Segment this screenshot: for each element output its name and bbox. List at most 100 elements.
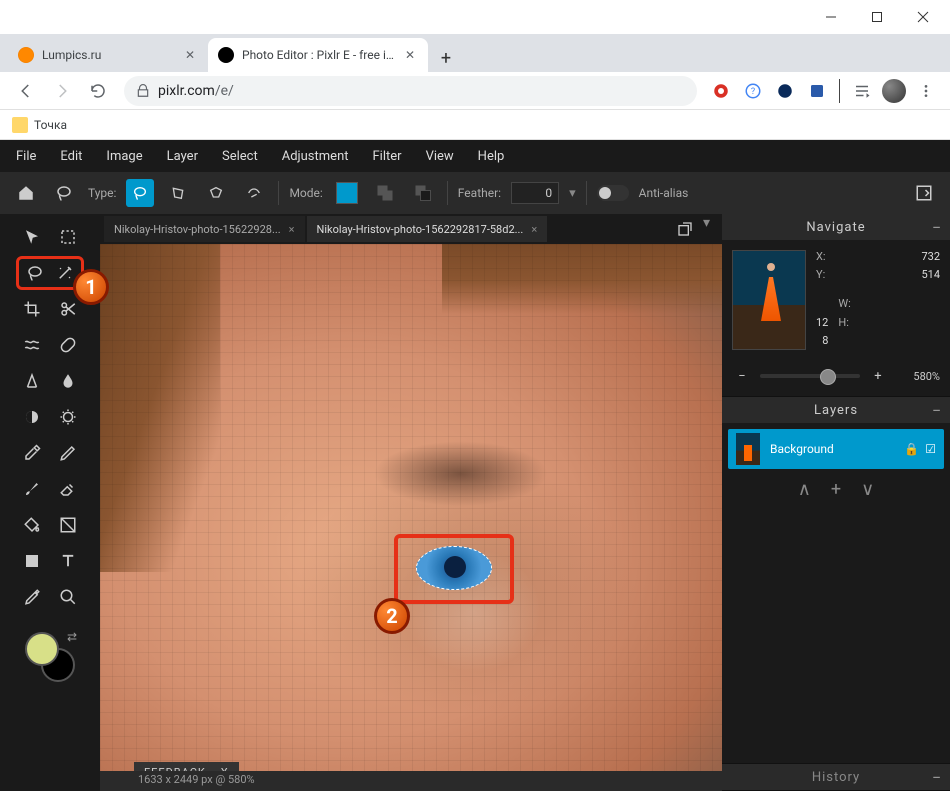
pen-tool[interactable]	[53, 438, 83, 468]
folder-icon	[12, 117, 28, 133]
heal-tool[interactable]	[53, 330, 83, 360]
document-popout-button[interactable]	[671, 215, 699, 243]
callout-one: 1	[73, 269, 109, 305]
back-button[interactable]	[8, 76, 44, 106]
w-value: 12	[816, 316, 828, 332]
move-tool[interactable]	[17, 222, 47, 252]
history-panel-header[interactable]: History −	[722, 764, 950, 790]
home-button[interactable]	[12, 179, 40, 207]
type-magnetic-button[interactable]	[202, 179, 230, 207]
document-tab-title: Nikolay-Hristov-photo-1562292817-58d2...	[317, 223, 524, 236]
extension-icon[interactable]	[803, 77, 831, 105]
layer-name: Background	[770, 442, 834, 456]
zoom-slider[interactable]	[760, 374, 860, 378]
extension-icon[interactable]	[771, 77, 799, 105]
liquify-tool[interactable]	[17, 330, 47, 360]
menu-file[interactable]: File	[16, 149, 36, 164]
blur-tool[interactable]	[53, 366, 83, 396]
bookmark-item[interactable]: Точка	[12, 117, 67, 133]
navigate-panel-header[interactable]: Navigate −	[722, 214, 950, 240]
forward-button[interactable]	[44, 76, 80, 106]
type-freehand-button[interactable]	[126, 179, 154, 207]
chrome-menu-button[interactable]	[912, 77, 940, 105]
zoom-out-button[interactable]: −	[732, 366, 752, 386]
browser-tab-lumpics[interactable]: Lumpics.ru ✕	[8, 38, 208, 72]
panel-collapse-button[interactable]: −	[932, 218, 942, 237]
layer-up-button[interactable]: ∧	[798, 479, 811, 500]
type-bezier-button[interactable]	[240, 179, 268, 207]
menu-help[interactable]: Help	[478, 149, 505, 164]
mode-new-button[interactable]	[333, 179, 361, 207]
type-polygon-button[interactable]	[164, 179, 192, 207]
crop-tool[interactable]	[17, 294, 47, 324]
text-tool[interactable]	[53, 546, 83, 576]
menu-layer[interactable]: Layer	[167, 149, 198, 164]
bookmark-label: Точка	[34, 118, 67, 132]
menu-adjustment[interactable]: Adjustment	[282, 149, 349, 164]
window-close-button[interactable]	[900, 2, 946, 32]
new-tab-button[interactable]: +	[432, 44, 460, 72]
menu-edit[interactable]: Edit	[60, 149, 82, 164]
fill-tool[interactable]	[17, 510, 47, 540]
reload-button[interactable]	[80, 76, 116, 106]
shape-tool[interactable]	[17, 546, 47, 576]
layer-row-background[interactable]: Background 🔒 ☑	[728, 429, 944, 469]
menu-select[interactable]: Select	[222, 149, 258, 164]
clone-tool[interactable]	[17, 366, 47, 396]
color-picker-tool[interactable]	[17, 582, 47, 612]
zoom-value: 580%	[896, 370, 940, 383]
sponge-tool[interactable]	[53, 402, 83, 432]
lasso-tool[interactable]	[21, 261, 49, 285]
document-tab[interactable]: Nikolay-Hristov-photo-15622928... ×	[104, 216, 305, 242]
panel-collapse-button[interactable]: −	[932, 401, 942, 420]
window-minimize-button[interactable]	[808, 2, 854, 32]
extension-icon[interactable]	[707, 77, 735, 105]
eraser-tool[interactable]	[53, 474, 83, 504]
navigate-stats: X:732 Y:514 W:12 H:8	[816, 250, 940, 350]
swap-colors-icon[interactable]: ⇄	[67, 630, 77, 644]
y-label: Y:	[816, 268, 828, 284]
browser-tab-pixlr[interactable]: Photo Editor : Pixlr E - free image ✕	[208, 38, 428, 72]
canvas[interactable]: 2 FEEDBACK X 1633 x 2449 px @ 580%	[100, 244, 722, 791]
toolbar-collapse-button[interactable]	[910, 179, 938, 207]
document-tab-close-button[interactable]: ×	[531, 223, 537, 236]
menu-filter[interactable]: Filter	[373, 149, 402, 164]
layer-visibility-icon[interactable]: ☑	[925, 442, 936, 456]
layers-panel-header[interactable]: Layers −	[722, 397, 950, 423]
canvas-status: 1633 x 2449 px @ 580%	[100, 771, 722, 791]
favicon-icon	[218, 47, 234, 63]
url-domain: pixlr.com	[158, 83, 215, 99]
dodge-tool[interactable]	[17, 402, 47, 432]
layer-add-button[interactable]: +	[831, 479, 841, 500]
marquee-tool[interactable]	[53, 222, 83, 252]
url-input[interactable]: pixlr.com/e/	[124, 76, 697, 106]
feather-input[interactable]	[511, 182, 559, 204]
gradient-tool[interactable]	[53, 510, 83, 540]
layer-lock-icon[interactable]: 🔒	[904, 442, 919, 456]
foreground-color[interactable]	[25, 632, 59, 666]
panel-collapse-button[interactable]: −	[932, 768, 942, 787]
profile-button[interactable]	[880, 77, 908, 105]
panel-title: Layers	[814, 403, 858, 418]
menu-view[interactable]: View	[426, 149, 454, 164]
menu-image[interactable]: Image	[106, 149, 142, 164]
extension-icon[interactable]: ?	[739, 77, 767, 105]
color-swatches[interactable]: ⇄	[25, 632, 75, 682]
window-maximize-button[interactable]	[854, 2, 900, 32]
tab-close-button[interactable]: ✕	[182, 47, 198, 63]
navigate-thumbnail[interactable]	[732, 250, 806, 350]
reading-list-icon[interactable]	[848, 77, 876, 105]
zoom-tool[interactable]	[53, 582, 83, 612]
mode-subtract-button[interactable]	[409, 179, 437, 207]
tab-close-button[interactable]: ✕	[402, 47, 418, 63]
brush-tool[interactable]	[17, 474, 47, 504]
mode-label: Mode:	[289, 186, 322, 200]
antialias-toggle[interactable]	[597, 185, 629, 201]
eyedropper-tool[interactable]	[17, 438, 47, 468]
document-menu-button[interactable]: ▾	[703, 215, 710, 243]
layer-down-button[interactable]: ∨	[861, 479, 874, 500]
document-tab-close-button[interactable]: ×	[289, 223, 295, 236]
document-tab-active[interactable]: Nikolay-Hristov-photo-1562292817-58d2...…	[307, 216, 548, 242]
zoom-in-button[interactable]: +	[868, 366, 888, 386]
mode-add-button[interactable]	[371, 179, 399, 207]
